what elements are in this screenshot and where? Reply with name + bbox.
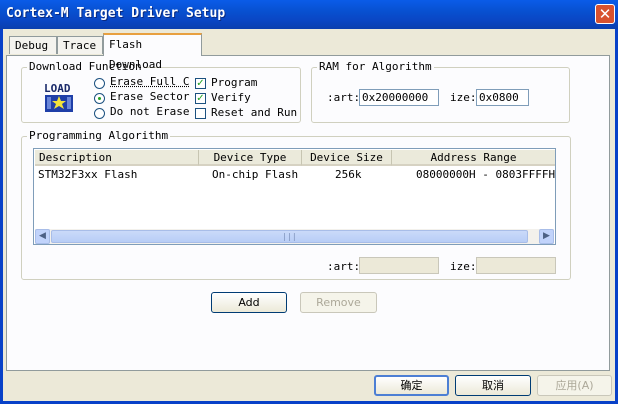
load-icon-text: LOAD [44,82,71,95]
ram-start-input[interactable]: 0x20000000 [359,89,439,106]
programming-algorithm-legend: Programming Algorithm [27,129,171,142]
close-icon: ✕ [598,5,612,23]
chevron-left-icon: ◀ [39,231,46,241]
erase-full-chip-label: Erase Full C [110,75,190,88]
chevron-right-icon: ▶ [543,231,550,241]
ok-button[interactable]: 确定 [374,375,449,396]
erase-sector-radio[interactable] [94,93,105,104]
apply-button[interactable]: 应用(A) [537,375,612,396]
ram-size-label: ize: [450,91,477,104]
ram-size-input[interactable]: 0x0800 [476,89,529,106]
row-device-size: 256k [335,168,362,181]
algorithm-start-input[interactable] [359,257,439,274]
do-not-erase-label: Do not Erase [110,105,190,118]
program-checkbox[interactable]: ✓ [195,78,206,89]
do-not-erase-radio[interactable] [94,108,105,119]
load-icon: LOAD [43,82,76,113]
algorithm-list[interactable]: Description Device Type Device Size Addr… [33,148,556,245]
horizontal-scrollbar[interactable]: ◀ ||| ▶ [35,229,554,244]
ram-start-label: :art: [327,91,361,104]
scrollbar-thumb[interactable]: ||| [51,230,528,243]
close-button[interactable]: ✕ [595,4,615,24]
column-device-size[interactable]: Device Size [302,150,392,166]
erase-full-chip-radio[interactable] [94,78,105,89]
column-device-type[interactable]: Device Type [199,150,302,166]
cancel-button[interactable]: 取消 [455,375,531,396]
row-description: STM32F3xx Flash [38,168,138,181]
program-label: Program [211,76,258,89]
verify-checkbox[interactable]: ✓ [195,93,206,104]
column-address-range[interactable]: Address Range [392,150,555,166]
ram-for-algorithm-legend: RAM for Algorithm [317,60,434,73]
tab-trace[interactable]: Trace [57,36,103,54]
row-device-type: On-chip Flash [212,168,299,181]
window-frame-left [0,29,3,404]
erase-sector-label: Erase Sector [110,90,190,103]
reset-and-run-checkbox[interactable] [195,108,206,119]
algorithm-start-label: :art: [327,260,361,273]
tab-flash-download[interactable]: Flash Download [103,33,202,71]
window-title: Cortex-M Target Driver Setup [6,6,226,21]
row-address-range: 08000000H - 0803FFFFH [416,168,556,181]
remove-button[interactable]: Remove [300,292,377,313]
tab-debug[interactable]: Debug [9,36,57,54]
reset-and-run-label: Reset and Run [211,106,298,119]
verify-label: Verify [211,91,251,104]
algorithm-size-input[interactable] [476,257,556,274]
add-button[interactable]: Add [211,292,287,313]
grip-icon: ||| [282,232,297,241]
scroll-left-button[interactable]: ◀ [35,229,50,244]
table-row[interactable]: STM32F3xx Flash On-chip Flash 256k 08000… [35,167,555,182]
scroll-right-button[interactable]: ▶ [539,229,554,244]
algorithm-size-label: ize: [450,260,477,273]
column-description[interactable]: Description [35,150,199,166]
